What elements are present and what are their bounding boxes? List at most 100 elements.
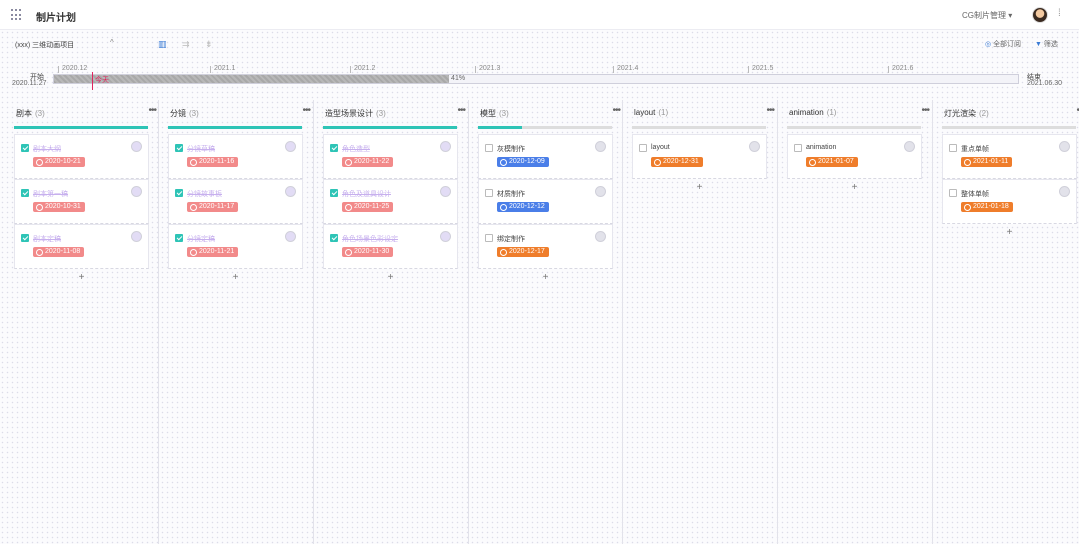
task-card[interactable]: 分镜草稿 2020-11-16 xyxy=(168,134,303,179)
timeline-start-date: 2020.11.27 xyxy=(12,80,47,87)
task-checkbox[interactable] xyxy=(21,189,29,197)
column-progress-bar xyxy=(478,126,612,129)
filter-button[interactable]: ▼ 筛选 xyxy=(1035,39,1058,49)
due-date-badge: 2020-12-12 xyxy=(497,202,549,212)
task-checkbox[interactable] xyxy=(330,189,338,197)
card-list: 重点单帧 2021-01-11 整体单帧 2021-01-18 + xyxy=(942,134,1077,242)
assignee-avatar[interactable] xyxy=(285,186,296,197)
column-count: (1) xyxy=(658,108,669,117)
task-card[interactable]: 重点单帧 2021-01-11 xyxy=(942,134,1077,179)
task-checkbox[interactable] xyxy=(175,189,183,197)
task-card[interactable]: 材质制作 2020-12-12 xyxy=(478,179,613,224)
assignee-avatar[interactable] xyxy=(440,186,451,197)
timeline-month-label: 2021.3 xyxy=(474,65,501,73)
due-date-badge: 2020-11-08 xyxy=(33,247,85,257)
task-checkbox[interactable] xyxy=(21,144,29,152)
menu-grid-icon[interactable] xyxy=(11,9,23,21)
column-header: 分镜 (3) ••• xyxy=(168,100,314,129)
task-checkbox[interactable] xyxy=(21,234,29,242)
board-column: 灯光渲染(2) ••• 重点单帧 2021-01-11 整体单帧 2021-01… xyxy=(942,100,1079,544)
task-checkbox[interactable] xyxy=(794,144,802,152)
add-task-button[interactable]: + xyxy=(632,179,767,197)
board-column: layout (1) ••• layout 2020-12-31 + xyxy=(632,100,778,544)
column-more-icon[interactable]: ••• xyxy=(921,105,929,116)
due-date-badge: 2020-11-25 xyxy=(342,202,394,212)
column-more-icon[interactable]: ••• xyxy=(766,105,774,116)
assignee-avatar[interactable] xyxy=(1059,141,1070,152)
assignee-avatar[interactable] xyxy=(595,186,606,197)
assignee-avatar[interactable] xyxy=(904,141,915,152)
task-checkbox[interactable] xyxy=(330,144,338,152)
add-task-button[interactable]: + xyxy=(168,269,303,287)
top-header: 制片计划 CG制片管理 ▾ ⁞ xyxy=(0,0,1079,30)
task-card[interactable]: 分镜故事板 2020-11-17 xyxy=(168,179,303,224)
assignee-avatar[interactable] xyxy=(440,231,451,242)
task-card[interactable]: 剧本大纲 2020-10-21 xyxy=(14,134,149,179)
project-selector[interactable]: (xxx) 三维动画项目 xyxy=(15,40,74,50)
user-avatar[interactable] xyxy=(1032,7,1048,23)
assignee-avatar[interactable] xyxy=(131,231,142,242)
kanban-board: 剧本 (3) ••• 剧本大纲 2020-10-21 剧本第一稿 2020-10-… xyxy=(0,100,1079,544)
column-more-icon[interactable]: ••• xyxy=(612,105,620,116)
board-view-icon[interactable]: ▥ xyxy=(158,39,167,50)
column-header: 灯光渲染(2) ••• xyxy=(942,100,1079,129)
task-checkbox[interactable] xyxy=(639,144,647,152)
add-task-button[interactable]: + xyxy=(478,269,613,287)
column-divider xyxy=(932,100,933,544)
task-title: 重点单帧 xyxy=(961,146,989,153)
column-progress-bar xyxy=(14,126,148,129)
task-checkbox[interactable] xyxy=(485,189,493,197)
assignee-avatar[interactable] xyxy=(595,141,606,152)
column-progress-bar xyxy=(323,126,457,129)
task-card[interactable]: 角色及道具设计 2020-11-25 xyxy=(323,179,458,224)
add-task-button[interactable]: + xyxy=(787,179,922,197)
assignee-avatar[interactable] xyxy=(440,141,451,152)
task-checkbox[interactable] xyxy=(330,234,338,242)
task-card[interactable]: 绑定制作 2020-12-17 xyxy=(478,224,613,269)
task-card[interactable]: 角色造型 2020-11-22 xyxy=(323,134,458,179)
assignee-avatar[interactable] xyxy=(1059,186,1070,197)
task-checkbox[interactable] xyxy=(175,234,183,242)
task-checkbox[interactable] xyxy=(949,189,957,197)
add-task-button[interactable]: + xyxy=(14,269,149,287)
task-title: 整体单帧 xyxy=(961,191,989,198)
task-card[interactable]: 整体单帧 2021-01-18 xyxy=(942,179,1077,224)
gantt-view-icon[interactable]: ⇟ xyxy=(205,39,213,50)
task-checkbox[interactable] xyxy=(485,234,493,242)
timeline-progress-fill xyxy=(54,75,450,83)
assignee-avatar[interactable] xyxy=(131,186,142,197)
timeline-month-label: 2021.1 xyxy=(209,65,236,73)
chevron-up-icon[interactable]: ^ xyxy=(110,38,114,47)
task-checkbox[interactable] xyxy=(949,144,957,152)
column-divider xyxy=(158,100,159,544)
task-card[interactable]: 角色场景色彩设定 2020-11-30 xyxy=(323,224,458,269)
task-checkbox[interactable] xyxy=(175,144,183,152)
column-more-icon[interactable]: ••• xyxy=(457,105,465,116)
timeline-month-label: 2021.5 xyxy=(747,65,774,73)
task-card[interactable]: 分镜定稿 2020-11-21 xyxy=(168,224,303,269)
task-checkbox[interactable] xyxy=(485,144,493,152)
task-title: layout xyxy=(651,144,670,151)
workspace-select[interactable]: CG制片管理 ▾ xyxy=(962,10,1012,21)
assignee-avatar[interactable] xyxy=(131,141,142,152)
subscribe-all-button[interactable]: ◎ 全部订阅 xyxy=(985,39,1021,49)
assignee-avatar[interactable] xyxy=(749,141,760,152)
add-task-button[interactable]: + xyxy=(323,269,458,287)
assignee-avatar[interactable] xyxy=(285,231,296,242)
list-view-icon[interactable]: ⇉ xyxy=(182,39,190,50)
task-card[interactable]: animation 2021-01-07 xyxy=(787,134,922,179)
more-vertical-icon[interactable]: ⁞ xyxy=(1058,8,1061,19)
task-card[interactable]: 灰模制作 2020-12-09 xyxy=(478,134,613,179)
due-date-badge: 2020-12-31 xyxy=(651,157,703,167)
column-more-icon[interactable]: ••• xyxy=(148,105,156,116)
card-list: layout 2020-12-31 + xyxy=(632,134,767,197)
task-card[interactable]: 剧本第一稿 2020-10-31 xyxy=(14,179,149,224)
board-column: 分镜 (3) ••• 分镜草稿 2020-11-16 分镜故事板 2020-11-… xyxy=(168,100,314,544)
task-card[interactable]: layout 2020-12-31 xyxy=(632,134,767,179)
column-more-icon[interactable]: ••• xyxy=(302,105,310,116)
assignee-avatar[interactable] xyxy=(595,231,606,242)
add-task-button[interactable]: + xyxy=(942,224,1077,242)
timeline-month-label: 2021.2 xyxy=(349,65,376,73)
task-card[interactable]: 剧本定稿 2020-11-08 xyxy=(14,224,149,269)
assignee-avatar[interactable] xyxy=(285,141,296,152)
